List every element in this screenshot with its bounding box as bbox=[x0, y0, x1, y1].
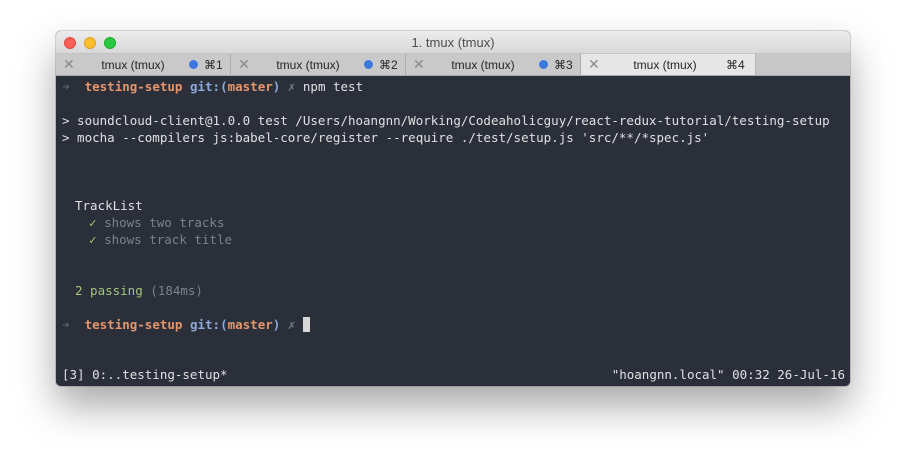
tab-shortcut: ⌘3 bbox=[554, 58, 573, 72]
prompt-git-open: git:( bbox=[189, 79, 228, 94]
prompt-line: ➜ testing-setup git:(master) ✗ bbox=[62, 317, 310, 333]
tab-2[interactable]: ✕ tmux (tmux) ⌘2 bbox=[231, 54, 406, 75]
prompt-dirty-icon: ✗ bbox=[287, 317, 296, 332]
prompt-git-close: ) bbox=[272, 79, 281, 94]
prompt-line: ➜ testing-setup git:(master) ✗ npm test bbox=[62, 79, 363, 95]
prompt-directory: testing-setup bbox=[84, 79, 183, 94]
test-title: shows two tracks bbox=[104, 215, 225, 230]
status-host-time: "hoangnn.local" 00:32 26-Jul-16 bbox=[611, 367, 845, 382]
output-line-1: > soundcloud-client@1.0.0 test /Users/ho… bbox=[62, 113, 830, 128]
tab-4[interactable]: ✕ tmux (tmux) ⌘4 bbox=[581, 54, 756, 75]
activity-dot-icon bbox=[539, 60, 548, 69]
window-title: 1. tmux (tmux) bbox=[411, 35, 495, 50]
test-result-1: ✓ shows two tracks bbox=[89, 215, 224, 231]
tab-shortcut: ⌘4 bbox=[726, 58, 745, 72]
tab-name: tmux (tmux) bbox=[451, 58, 515, 72]
prompt-arrow-icon: ➜ bbox=[62, 317, 70, 332]
tab-1[interactable]: ✕ tmux (tmux) ⌘1 bbox=[56, 54, 231, 75]
prompt-dirty-icon: ✗ bbox=[287, 79, 296, 94]
passing-count: 2 passing bbox=[75, 283, 143, 298]
tab-bar: ✕ tmux (tmux) ⌘1 ✕ tmux (tmux) ⌘2 ✕ tmux… bbox=[56, 54, 850, 76]
prompt-branch: master bbox=[227, 79, 273, 94]
test-summary: 2 passing (184ms) bbox=[75, 283, 203, 299]
prompt-branch: master bbox=[227, 317, 273, 332]
command-text: npm test bbox=[302, 79, 364, 94]
prompt-arrow-icon: ➜ bbox=[62, 79, 70, 94]
test-title: shows track title bbox=[104, 232, 232, 247]
check-icon: ✓ bbox=[89, 215, 97, 230]
test-result-2: ✓ shows track title bbox=[89, 232, 232, 248]
test-suite-name: TrackList bbox=[75, 198, 143, 213]
tab-3[interactable]: ✕ tmux (tmux) ⌘3 bbox=[406, 54, 581, 75]
output-line-2: > mocha --compilers js:babel-core/regist… bbox=[62, 130, 710, 145]
prompt-git-open: git:( bbox=[189, 317, 228, 332]
check-icon: ✓ bbox=[89, 232, 97, 247]
activity-dot-icon bbox=[189, 60, 198, 69]
text-cursor bbox=[302, 317, 310, 332]
activity-dot-icon bbox=[364, 60, 373, 69]
test-duration: (184ms) bbox=[150, 283, 203, 298]
terminal-pane[interactable]: ➜ testing-setup git:(master) ✗ npm test … bbox=[56, 76, 850, 386]
status-window-list[interactable]: [3] 0:..testing-setup* bbox=[62, 367, 228, 382]
prompt-git-close: ) bbox=[272, 317, 281, 332]
prompt-directory: testing-setup bbox=[84, 317, 183, 332]
terminal-window: 1. tmux (tmux) ✕ tmux (tmux) ⌘1 ✕ tmux (… bbox=[56, 31, 850, 386]
title-bar: 1. tmux (tmux) bbox=[56, 31, 850, 54]
tmux-status-bar: [3] 0:..testing-setup* "hoangnn.local" 0… bbox=[56, 364, 850, 386]
tab-name: tmux (tmux) bbox=[276, 58, 340, 72]
